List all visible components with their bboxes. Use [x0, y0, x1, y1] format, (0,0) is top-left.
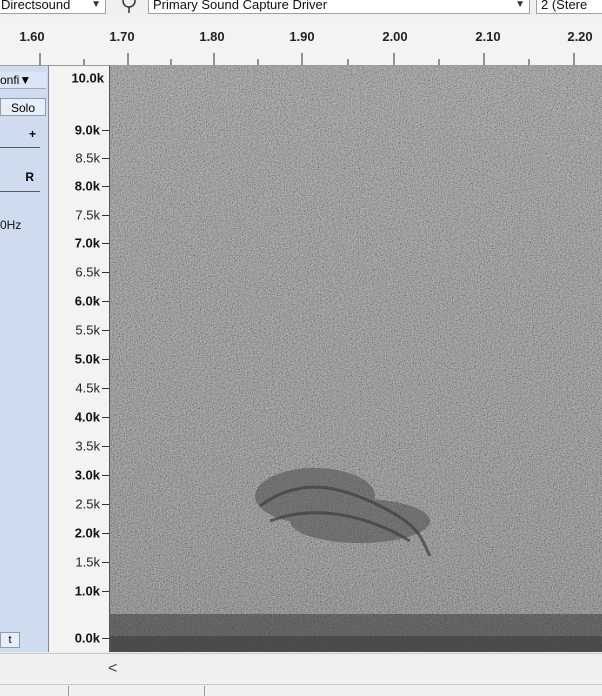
solo-button[interactable]: Solo	[0, 98, 46, 116]
recording-device-select[interactable]: Primary Sound Capture Driver ▼	[148, 0, 530, 14]
freq-tick	[102, 475, 109, 476]
freq-label: 2.0k	[74, 525, 100, 541]
freq-tick	[102, 504, 109, 505]
recording-channels-select[interactable]: 2 (Stere	[536, 0, 602, 14]
freq-tick	[102, 417, 109, 418]
track-control-panel: onfi▼ Solo + R 0Hz t	[0, 66, 49, 652]
freq-tick	[102, 330, 109, 331]
freq-label: 10.0k	[71, 70, 104, 86]
freq-label: 8.5k	[75, 150, 100, 166]
ruler-label: 1.80	[199, 29, 225, 44]
freq-label: 4.0k	[74, 409, 100, 425]
freq-tick	[102, 562, 109, 563]
chevron-down-icon: ▼	[515, 0, 525, 10]
scroll-left-arrow[interactable]: <	[108, 660, 117, 678]
freq-label: 7.0k	[74, 235, 100, 251]
freq-tick	[102, 638, 109, 639]
audio-host-select[interactable]: Directsound ▼	[0, 0, 106, 14]
chevron-down-icon: ▼	[91, 0, 101, 10]
freq-label: 4.5k	[75, 380, 100, 396]
recording-device-value: Primary Sound Capture Driver	[153, 0, 328, 12]
ruler-label: 1.60	[19, 29, 45, 44]
freq-label: 6.0k	[74, 293, 100, 309]
timeline-ruler[interactable]: 1.60 1.70 1.80 1.90 2.00 2.10 2.20	[0, 17, 602, 66]
freq-label: 5.0k	[74, 351, 100, 367]
freq-label: 5.5k	[75, 322, 100, 338]
freq-tick	[102, 533, 109, 534]
sample-rate-text: 0Hz	[0, 218, 22, 232]
freq-tick	[102, 130, 109, 131]
pan-slider[interactable]	[0, 182, 40, 194]
freq-tick	[102, 243, 109, 244]
freq-tick	[102, 359, 109, 360]
freq-label: 9.0k	[74, 122, 100, 138]
freq-tick	[102, 388, 109, 389]
freq-tick	[102, 591, 109, 592]
freq-tick	[102, 446, 109, 447]
freq-label: 3.0k	[74, 467, 100, 483]
microphone-icon	[122, 0, 136, 13]
ruler-label: 1.70	[109, 29, 135, 44]
freq-tick	[102, 301, 109, 302]
selection-toolbar	[0, 684, 602, 696]
track-menu-button[interactable]: onfi▼	[0, 72, 46, 89]
freq-tick	[102, 272, 109, 273]
freq-label: 0.0k	[74, 630, 100, 646]
freq-label: 6.5k	[75, 264, 100, 280]
ruler-label: 2.20	[567, 29, 593, 44]
freq-label: 3.5k	[75, 438, 100, 454]
freq-label: 1.5k	[75, 554, 100, 570]
freq-label: 8.0k	[74, 178, 100, 194]
gain-slider[interactable]	[0, 138, 40, 150]
frequency-axis: 10.0k 9.0k 8.5k 8.0k 7.5k 7.0k 6.5k 6.0k…	[49, 66, 110, 652]
freq-label: 2.5k	[75, 496, 100, 512]
track-select-button[interactable]: t	[0, 632, 20, 648]
audio-host-value: Directsound	[1, 0, 71, 12]
freq-tick	[102, 215, 109, 216]
spectrogram-image	[110, 66, 602, 652]
freq-tick	[102, 186, 109, 187]
freq-label: 7.5k	[75, 207, 100, 223]
ruler-label: 1.90	[289, 29, 315, 44]
ruler-label: 2.10	[475, 29, 501, 44]
recording-channels-value: 2 (Stere	[541, 0, 588, 12]
spectrogram-view[interactable]	[110, 66, 602, 652]
ruler-label: 2.00	[382, 29, 408, 44]
freq-tick	[102, 158, 109, 159]
freq-label: 1.0k	[74, 583, 100, 599]
device-toolbar: Directsound ▼ Primary Sound Capture Driv…	[0, 0, 602, 17]
horizontal-scrollbar[interactable]: <	[0, 653, 602, 684]
